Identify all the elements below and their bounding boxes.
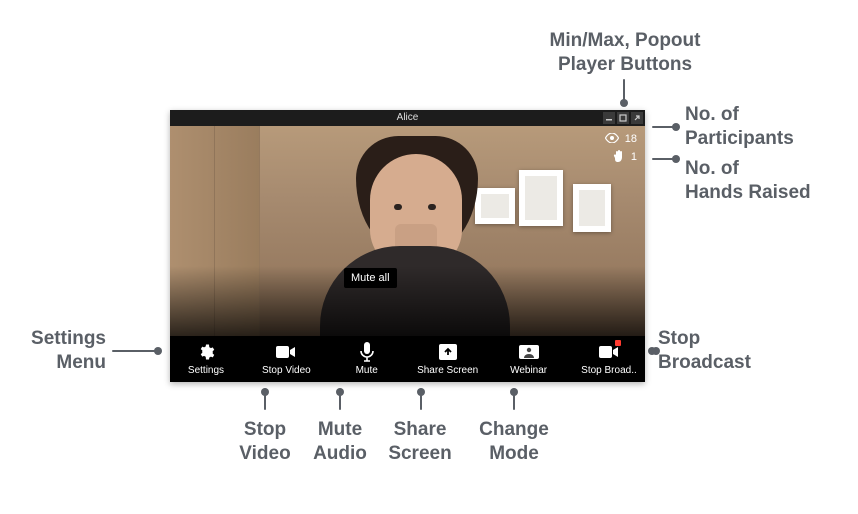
mute-button[interactable]: Mute	[337, 342, 397, 376]
background-picture	[573, 184, 611, 232]
tool-label: Share Screen	[417, 365, 478, 376]
background-wardrobe	[170, 126, 260, 336]
presenter-name: Alice	[397, 112, 419, 123]
hand-icon	[613, 149, 625, 166]
annotation-minmax: Min/Max, Popout Player Buttons	[495, 29, 755, 77]
background-picture	[475, 188, 515, 224]
player-toolbar: Settings Stop Video Mute Share Screen We…	[170, 336, 645, 382]
background-picture	[519, 170, 563, 226]
annotation-settings: Settings Menu	[20, 327, 106, 375]
recording-indicator	[615, 340, 621, 346]
viewer-count: 18	[605, 130, 637, 148]
annotation-hands: No. of Hands Raised	[685, 157, 811, 205]
window-controls	[603, 112, 643, 124]
webinar-icon	[519, 342, 539, 362]
annotation-stopvideo: Stop Video	[230, 418, 300, 466]
webinar-mode-button[interactable]: Webinar	[499, 342, 559, 376]
maximize-button[interactable]	[617, 112, 629, 124]
tool-label: Webinar	[510, 365, 547, 376]
popout-button[interactable]	[631, 112, 643, 124]
tool-label: Stop Broad..	[581, 365, 637, 376]
annotation-participants: No. of Participants	[685, 103, 794, 151]
microphone-icon	[357, 342, 377, 362]
live-stats: 18 1	[605, 130, 637, 166]
hands-raised-count: 1	[605, 148, 637, 166]
eye-icon	[605, 133, 619, 146]
broadcast-icon	[599, 342, 619, 362]
annotation-stopbroadcast: Stop Broadcast	[658, 327, 751, 375]
camera-icon	[276, 342, 296, 362]
stop-video-button[interactable]: Stop Video	[256, 342, 316, 376]
tool-label: Settings	[188, 365, 224, 376]
annotation-sharescreen: Share Screen	[385, 418, 455, 466]
share-screen-button[interactable]: Share Screen	[417, 342, 478, 376]
minimize-button[interactable]	[603, 112, 615, 124]
annotation-changemode: Change Mode	[474, 418, 554, 466]
mute-all-tooltip: Mute all	[344, 268, 397, 288]
share-icon	[438, 342, 458, 362]
tool-label: Mute	[356, 365, 378, 376]
tool-label: Stop Video	[262, 365, 311, 376]
player-titlebar: Alice	[170, 110, 645, 126]
gear-icon	[196, 342, 216, 362]
settings-button[interactable]: Settings	[176, 342, 236, 376]
annotation-muteaudio: Mute Audio	[305, 418, 375, 466]
video-player-window: Alice 18	[170, 110, 645, 382]
video-feed: 18 1 Mute all	[170, 126, 645, 336]
stop-broadcast-button[interactable]: Stop Broad..	[579, 342, 639, 376]
